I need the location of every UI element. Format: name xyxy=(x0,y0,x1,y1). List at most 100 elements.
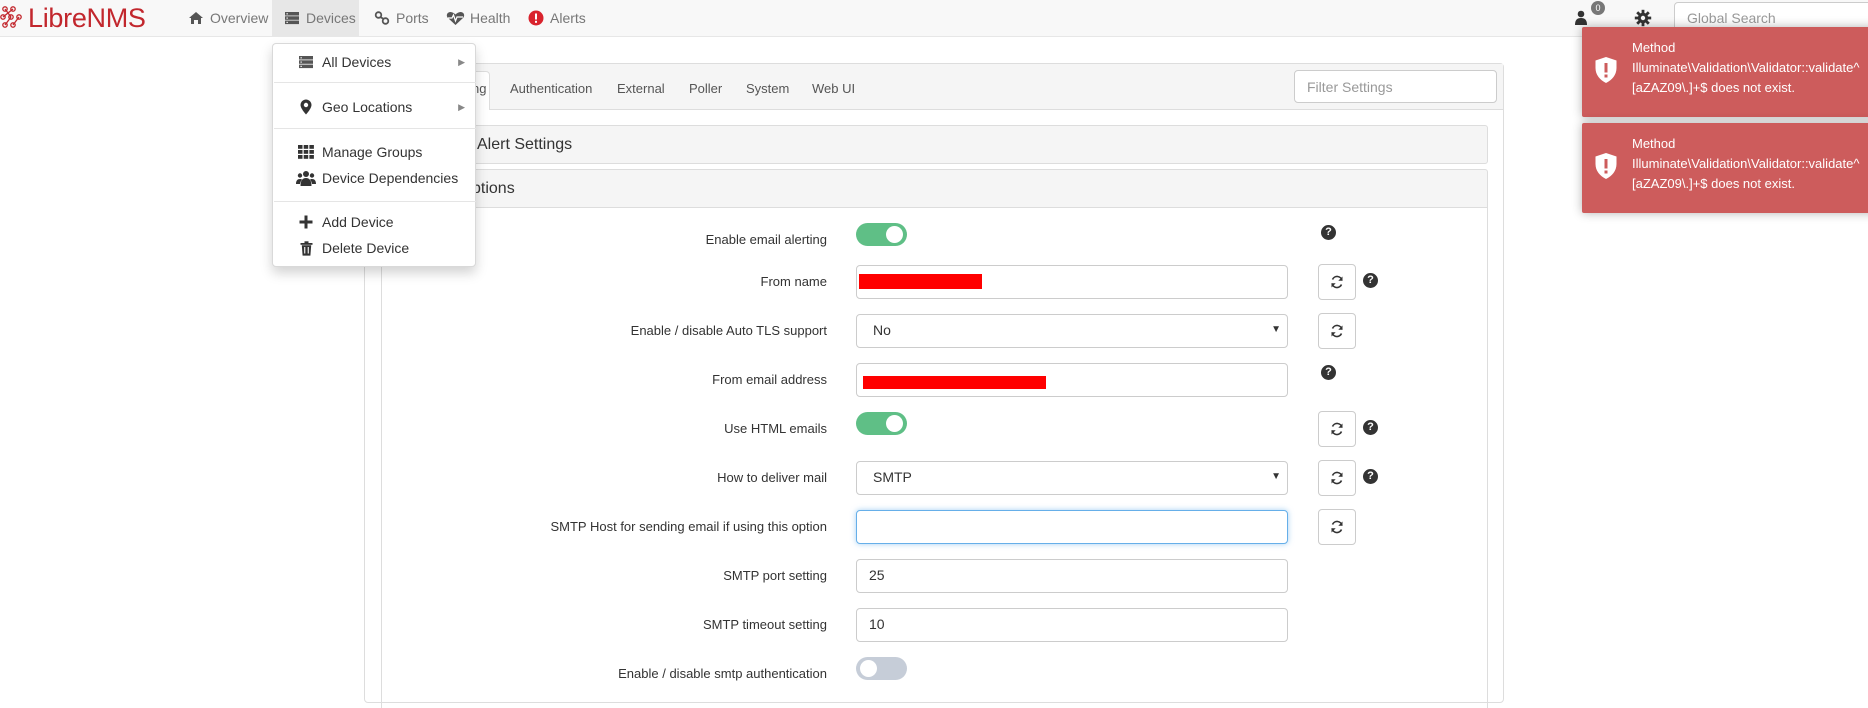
devices-dropdown-menu: All Devices ▶ Geo Locations ▶ Manage Gro… xyxy=(272,43,476,267)
menu-item-all-devices[interactable]: All Devices xyxy=(296,54,466,70)
smtp-port-field[interactable]: 25 xyxy=(856,559,1288,593)
manage-groups-label: Manage Groups xyxy=(322,144,423,160)
smtp-auth-toggle[interactable] xyxy=(856,657,907,680)
delete-device-label: Delete Device xyxy=(322,240,410,256)
smtp-auth-label: Enable / disable smtp authentication xyxy=(618,666,827,681)
use-html-toggle[interactable] xyxy=(856,412,907,435)
refresh-icon xyxy=(1331,324,1343,338)
users-icon xyxy=(296,170,316,186)
nav-ports[interactable]: Ports xyxy=(373,0,429,36)
tab-web-ui[interactable]: Web UI xyxy=(812,81,855,96)
shield-alert-icon xyxy=(1594,56,1618,87)
filter-settings-input[interactable] xyxy=(1294,70,1497,103)
use-html-label: Use HTML emails xyxy=(724,421,827,436)
alert-circle-icon xyxy=(527,10,545,26)
nav-ports-label: Ports xyxy=(396,10,429,26)
error-toast[interactable]: Method Illuminate\Validation\Validator::… xyxy=(1582,123,1868,213)
menu-divider xyxy=(274,82,476,83)
caret-down-icon: ▼ xyxy=(1271,324,1281,335)
notification-count-badge: 0 xyxy=(1591,1,1605,15)
enable-email-alerting-label: Enable email alerting xyxy=(705,232,827,247)
device-dependencies-label: Device Dependencies xyxy=(322,170,459,186)
geo-locations-label: Geo Locations xyxy=(322,99,413,115)
tab-system[interactable]: System xyxy=(746,81,789,96)
menu-divider xyxy=(274,201,476,202)
heartbeat-icon xyxy=(445,10,465,26)
link-icon xyxy=(373,10,391,26)
smtp-timeout-field[interactable]: 10 xyxy=(856,608,1288,642)
nav-overview[interactable]: Overview xyxy=(187,0,268,36)
menu-item-device-dependencies[interactable]: Device Dependencies xyxy=(296,170,458,186)
alert-settings-title: Alert Settings xyxy=(477,136,573,153)
toast-message: Method Illuminate\Validation\Validator::… xyxy=(1632,40,1860,95)
brand-name: LibreNMS xyxy=(28,4,146,32)
grid-icon xyxy=(296,144,316,160)
nav-health-label: Health xyxy=(470,10,511,26)
nav-overview-label: Overview xyxy=(210,10,269,26)
auto-tls-value: No xyxy=(873,322,891,338)
from-email-label: From email address xyxy=(712,372,827,387)
deliver-mail-value: SMTP xyxy=(873,469,912,485)
trash-icon xyxy=(296,240,316,256)
caret-right-icon: ▶ xyxy=(458,57,465,67)
tab-external[interactable]: External xyxy=(617,81,665,96)
help-icon[interactable]: ? xyxy=(1363,273,1378,288)
brand-nms: NMS xyxy=(86,3,146,33)
nav-alerts[interactable]: Alerts xyxy=(527,0,586,36)
caret-right-icon: ▶ xyxy=(458,102,465,112)
help-icon[interactable]: ? xyxy=(1321,225,1336,240)
add-device-label: Add Device xyxy=(322,214,394,230)
smtp-host-label: SMTP Host for sending email if using thi… xyxy=(550,519,827,534)
auto-tls-reset-button[interactable] xyxy=(1318,313,1356,349)
shield-alert-icon xyxy=(1594,152,1618,183)
server-icon xyxy=(296,54,316,70)
redaction-block xyxy=(859,274,982,289)
menu-item-add-device[interactable]: Add Device xyxy=(296,214,394,230)
smtp-host-field[interactable] xyxy=(856,510,1288,544)
map-marker-icon xyxy=(296,99,316,115)
refresh-icon xyxy=(1331,422,1343,436)
use-html-reset-button[interactable] xyxy=(1318,411,1356,447)
from-email-field[interactable] xyxy=(856,363,1288,397)
nav-devices-label: Devices xyxy=(306,10,356,26)
refresh-icon xyxy=(1331,275,1343,289)
all-devices-label: All Devices xyxy=(322,54,392,70)
user-notifications-icon[interactable] xyxy=(1574,10,1588,28)
error-toast[interactable]: Method Illuminate\Validation\Validator::… xyxy=(1582,27,1868,117)
refresh-icon xyxy=(1331,520,1343,534)
menu-item-geo-locations[interactable]: Geo Locations xyxy=(296,99,412,115)
toast-message: Method Illuminate\Validation\Validator::… xyxy=(1632,136,1860,191)
nav-devices[interactable]: Devices xyxy=(272,0,359,36)
smtp-timeout-value: 10 xyxy=(869,616,885,632)
help-icon[interactable]: ? xyxy=(1321,365,1336,380)
from-name-reset-button[interactable] xyxy=(1318,264,1356,300)
deliver-mail-select[interactable]: SMTP ▼ xyxy=(856,461,1288,495)
auto-tls-select[interactable]: No ▼ xyxy=(856,314,1288,348)
menu-item-manage-groups[interactable]: Manage Groups xyxy=(296,144,422,160)
auto-tls-label: Enable / disable Auto TLS support xyxy=(630,323,827,338)
deliver-mail-reset-button[interactable] xyxy=(1318,460,1356,496)
deliver-mail-label: How to deliver mail xyxy=(717,470,827,485)
brand-libre: Libre xyxy=(28,3,87,33)
refresh-icon xyxy=(1331,471,1343,485)
nav-alerts-label: Alerts xyxy=(550,10,586,26)
caret-down-icon: ▼ xyxy=(1271,471,1281,482)
home-icon xyxy=(187,10,205,26)
server-icon xyxy=(283,10,301,26)
menu-item-delete-device[interactable]: Delete Device xyxy=(296,240,409,256)
email-options-section-header[interactable] xyxy=(381,169,1488,208)
smtp-port-value: 25 xyxy=(869,567,885,583)
smtp-timeout-label: SMTP timeout setting xyxy=(702,617,827,632)
help-icon[interactable]: ? xyxy=(1363,469,1378,484)
nav-health[interactable]: Health xyxy=(445,0,510,36)
enable-email-alerting-toggle[interactable] xyxy=(856,223,907,246)
from-name-field[interactable] xyxy=(856,265,1288,299)
smtp-port-label: SMTP port setting xyxy=(723,568,827,583)
tab-authentication[interactable]: Authentication xyxy=(510,81,592,96)
from-name-label: From name xyxy=(760,274,827,289)
librenms-logo[interactable]: LibreNMS xyxy=(0,4,146,32)
email-options-title: ptions xyxy=(472,180,515,197)
smtp-host-reset-button[interactable] xyxy=(1318,509,1356,545)
tab-poller[interactable]: Poller xyxy=(689,81,722,96)
help-icon[interactable]: ? xyxy=(1363,420,1378,435)
